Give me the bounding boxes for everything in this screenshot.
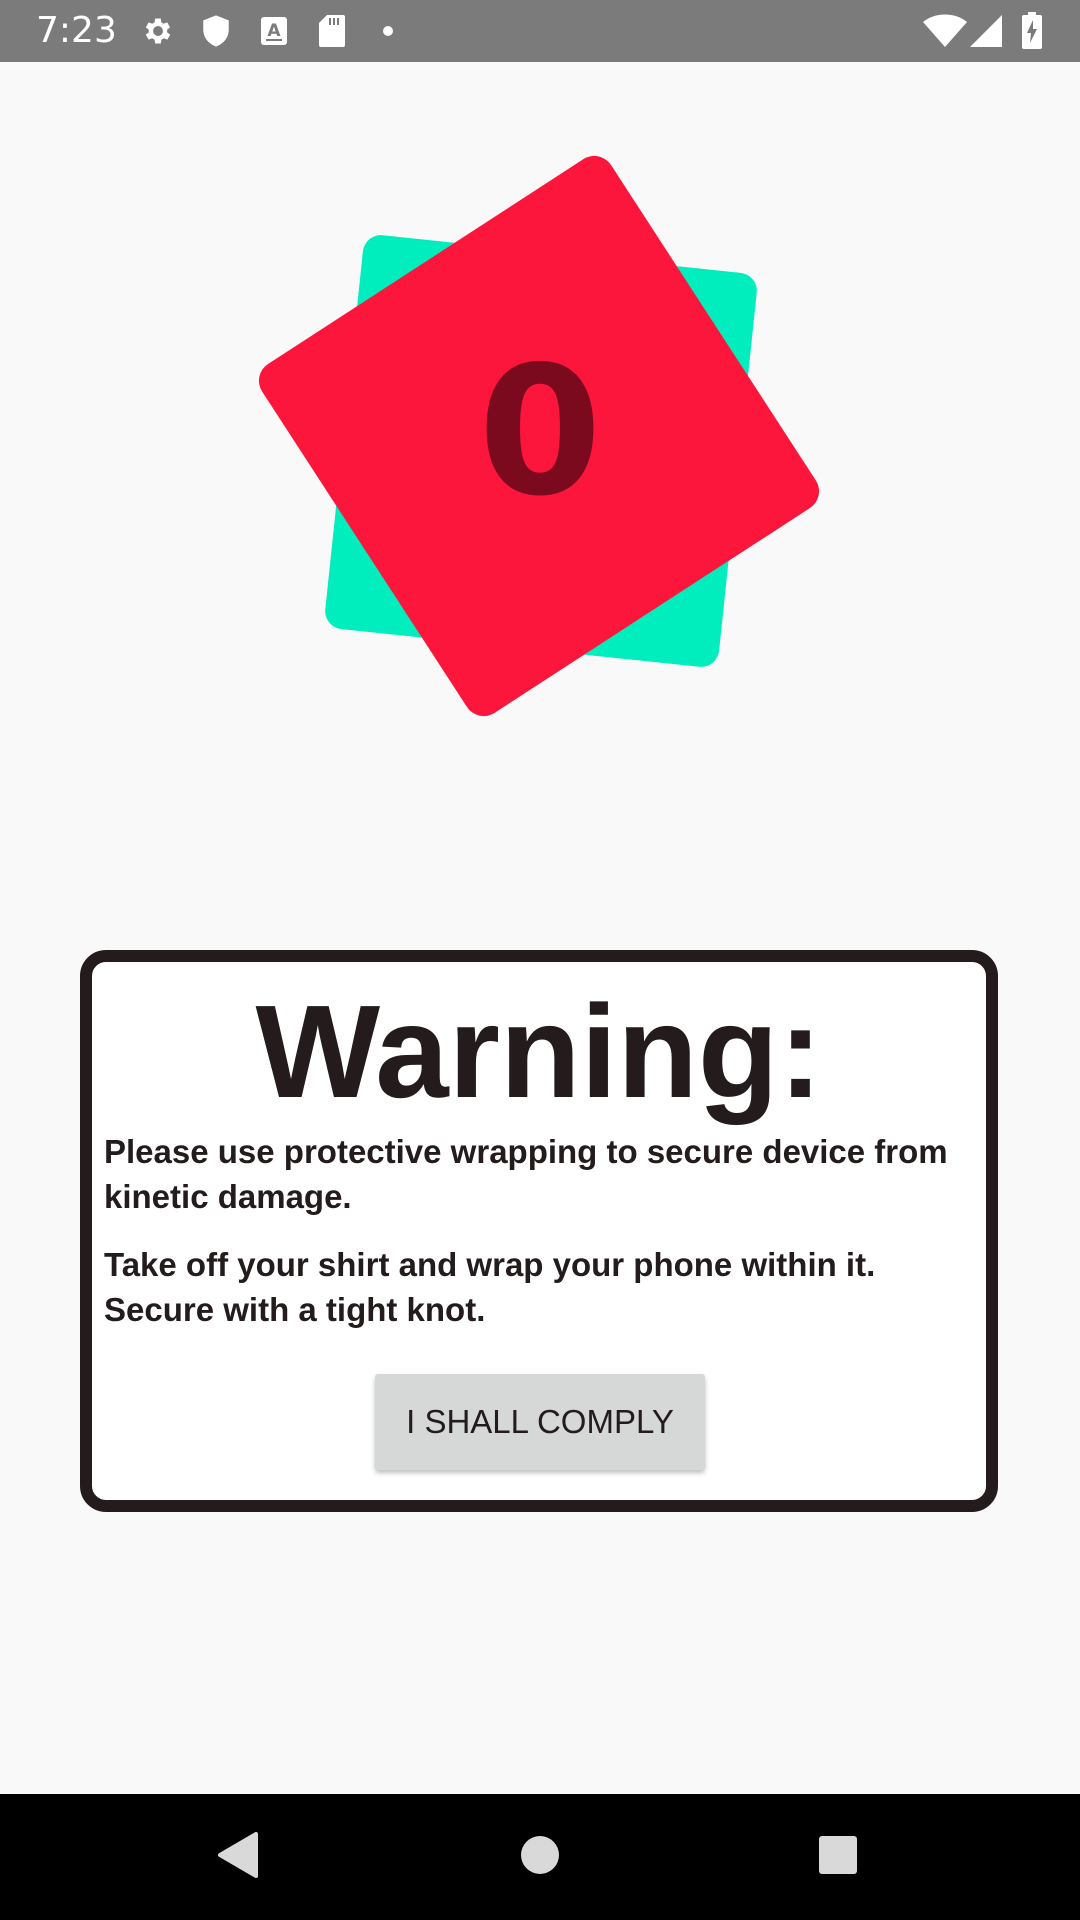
back-icon <box>216 1831 260 1884</box>
svg-text:A: A <box>267 21 281 41</box>
comply-button[interactable]: I SHALL COMPLY <box>375 1374 705 1470</box>
status-bar: 7:23 A <box>0 0 1080 62</box>
dialog-message-wrapping: Please use protective wrapping to secure… <box>104 1133 948 1215</box>
shield-icon <box>196 0 236 62</box>
warning-dialog: Warning: Please use protective wrapping … <box>80 950 998 1512</box>
back-button[interactable] <box>168 1794 308 1920</box>
dice-counter[interactable]: 0 <box>0 62 1080 724</box>
dialog-title: Warning: <box>255 978 823 1125</box>
counter-value: 0 <box>478 328 602 535</box>
home-button[interactable] <box>470 1794 610 1920</box>
recents-button[interactable] <box>768 1794 908 1920</box>
wifi-icon <box>920 0 970 62</box>
dialog-message-shirt: Take off your shirt and wrap your phone … <box>104 1246 876 1328</box>
navigation-bar <box>0 1794 1080 1920</box>
recents-icon <box>818 1835 858 1880</box>
home-icon <box>520 1835 560 1880</box>
signal-icon <box>968 0 1004 62</box>
status-time: 7:23 <box>36 10 117 51</box>
gear-icon <box>138 0 178 62</box>
battery-charging-icon <box>1015 0 1049 62</box>
sd-card-icon <box>312 0 352 62</box>
keyboard-a-icon: A <box>254 0 294 62</box>
dot-icon <box>378 0 398 62</box>
